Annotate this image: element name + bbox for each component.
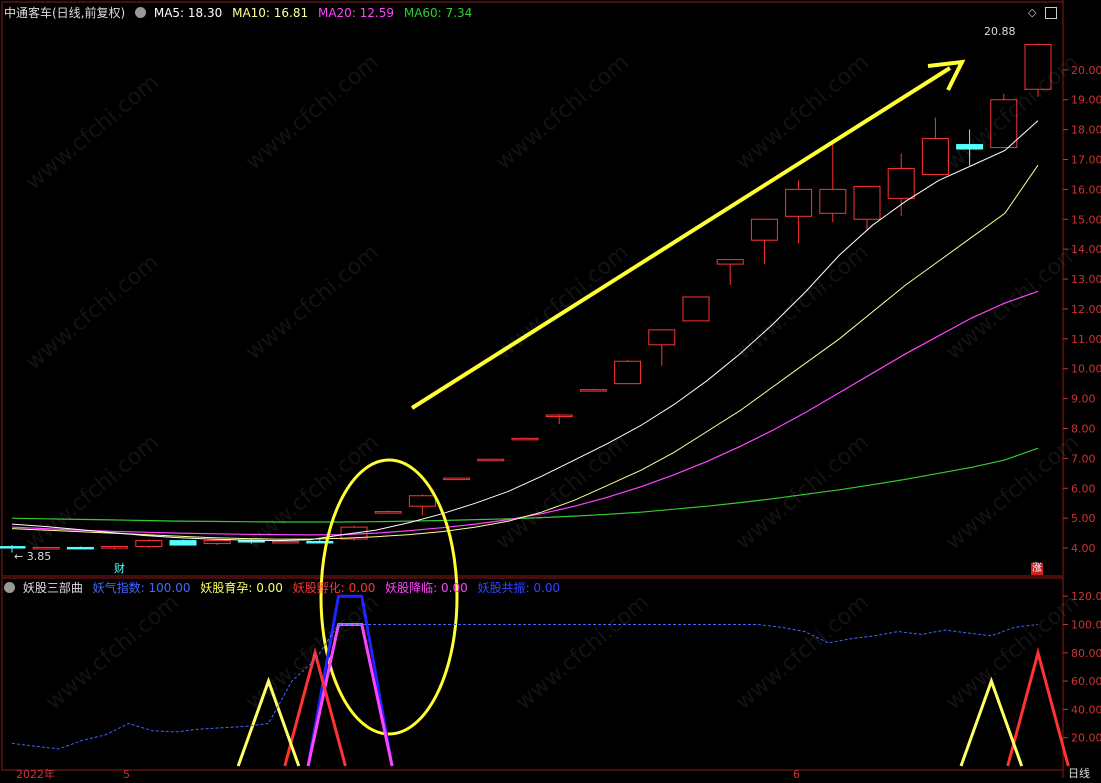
candle-body <box>614 360 642 385</box>
candle-body <box>579 389 607 392</box>
low-price-value: 3.85 <box>26 550 52 563</box>
stock-title: 中通客车(日线,前复权) <box>4 6 126 20</box>
sub-y-tick-label: 120.00 <box>1071 590 1101 603</box>
ma5-line <box>11 120 1039 542</box>
candle-body <box>921 138 949 175</box>
candle-body <box>408 495 436 507</box>
sub-y-tick-label: 80.00 <box>1071 647 1101 660</box>
candle-body <box>374 511 402 514</box>
y-tick-label: 8.00 <box>1071 422 1096 435</box>
candle-body <box>477 458 505 462</box>
indicator-value-4: 妖股共振: 0.00 <box>477 581 561 595</box>
indicator-index-line <box>11 624 1039 750</box>
ma5-readout: MA5: 18.30 <box>153 6 223 20</box>
candle-body <box>990 99 1018 149</box>
y-tick-label: 6.00 <box>1071 482 1096 495</box>
diamond-icon[interactable]: ◇ <box>1028 6 1036 19</box>
candle-body <box>716 259 744 265</box>
sub-panel-frame <box>1 577 1064 771</box>
candle-body <box>956 144 984 150</box>
y-tick-label: 7.00 <box>1071 452 1096 465</box>
y-tick-label: 14.00 <box>1071 243 1101 256</box>
sub-y-tick-label: 100.00 <box>1071 618 1101 631</box>
y-tick-label: 11.00 <box>1071 333 1101 346</box>
candle-body <box>819 188 847 214</box>
y-tick-label: 20.00 <box>1071 64 1101 77</box>
trend-arrow-head <box>927 59 966 91</box>
candle-body <box>0 546 26 549</box>
candle-body <box>169 540 197 546</box>
y-tick-label: 5.00 <box>1071 512 1096 525</box>
candle-body <box>682 296 710 322</box>
candle-body <box>101 546 129 549</box>
y-tick-label: 16.00 <box>1071 183 1101 196</box>
candle-body <box>272 540 300 544</box>
indicator-value-3: 妖股降临: 0.00 <box>385 581 468 595</box>
y-tick-label: 10.00 <box>1071 363 1101 376</box>
y-tick-label: 15.00 <box>1071 213 1101 226</box>
candle-body <box>511 437 539 441</box>
low-price-label: ← 3.85 <box>14 550 52 563</box>
restore-window-icon[interactable] <box>1045 7 1057 19</box>
ma60-line <box>11 447 1039 523</box>
indicator-value-0: 妖气指数: 100.00 <box>92 581 191 595</box>
y-tick-label: 18.00 <box>1071 124 1101 137</box>
ma10-readout: MA10: 16.81 <box>232 6 309 20</box>
y-tick-label: 12.00 <box>1071 303 1101 316</box>
sub-y-tick-label: 40.00 <box>1071 703 1101 716</box>
sub-y-tick-label: 60.00 <box>1071 675 1101 688</box>
candle-body <box>545 414 573 418</box>
date-label-year: 2022年 <box>16 768 55 781</box>
high-price-label: 20.88 <box>984 25 1016 38</box>
candle-body <box>1024 43 1052 90</box>
ma20-line <box>11 290 1039 536</box>
limit-up-badge[interactable]: 涨 <box>1031 563 1043 575</box>
y-tick-label: 17.00 <box>1071 153 1101 166</box>
chart-stage: 4.00 5.00 6.00 7.00 8.00 9.00 10.00 11.00 12.00 1… <box>0 0 1101 781</box>
y-tick-label: 19.00 <box>1071 94 1101 107</box>
trend-arrow-shaft <box>410 66 952 410</box>
candle-body <box>887 167 915 199</box>
main-panel-frame <box>1 1 1064 577</box>
period-label[interactable]: 日线 <box>1068 766 1090 782</box>
candle-body <box>66 546 94 550</box>
ma60-readout: MA60: 7.34 <box>403 6 473 20</box>
date-label-month6: 6 <box>793 768 800 781</box>
y-tick-label: 13.00 <box>1071 273 1101 286</box>
y-tick-label: 9.00 <box>1071 393 1096 406</box>
candle-body <box>306 540 334 544</box>
ma20-readout: MA20: 12.59 <box>317 6 395 20</box>
candle-body <box>785 188 813 217</box>
candle-body <box>853 185 881 220</box>
indicator-value-2: 妖股孵化: 0.00 <box>292 581 376 595</box>
sub-y-tick-label: 20.00 <box>1071 732 1101 745</box>
indicator-settings-icon[interactable] <box>4 582 15 593</box>
candle-body <box>135 540 163 548</box>
indicator-name: 妖股三部曲 <box>22 581 83 595</box>
indicator-value-1: 妖股育孕: 0.00 <box>200 581 283 595</box>
chart-canvas: 4.00 5.00 6.00 7.00 8.00 9.00 10.00 11.00 12.00 1… <box>0 0 1101 778</box>
main-header: 中通客车(日线,前复权) MA5: 18.30 MA10: 16.81 MA20… <box>4 5 478 21</box>
candle-body <box>443 477 471 481</box>
finance-badge[interactable]: 财 <box>114 561 125 577</box>
candle-body <box>750 218 778 241</box>
candle-body <box>648 329 676 346</box>
y-tick-label: 4.00 <box>1071 542 1096 555</box>
date-label-month5: 5 <box>123 768 130 781</box>
candle-body <box>203 540 231 545</box>
indicator-header: 妖股三部曲 妖气指数: 100.00 妖股育孕: 0.00 妖股孵化: 0.00… <box>4 580 566 596</box>
circle-chevron-icon[interactable] <box>135 7 147 18</box>
